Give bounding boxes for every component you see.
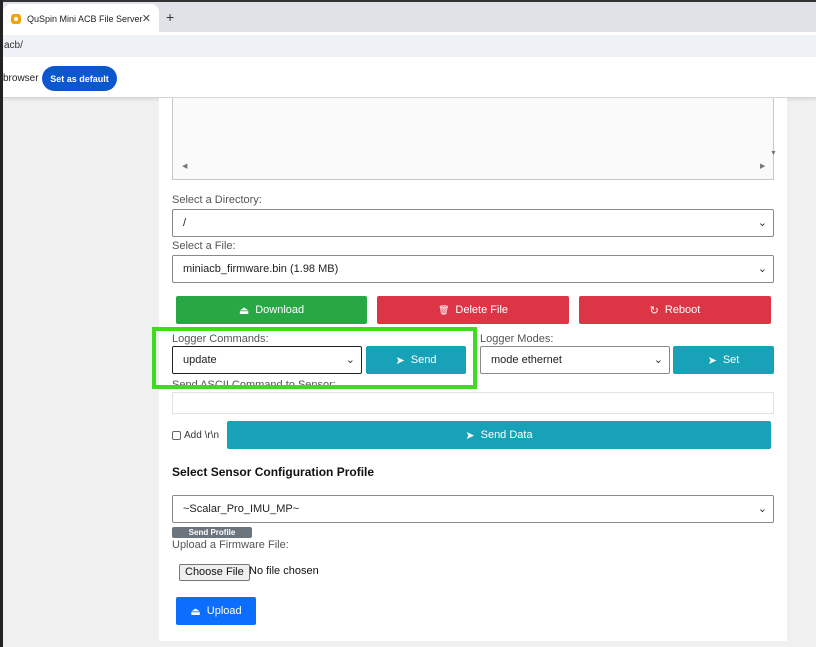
send-profile-label: Send Profile — [188, 528, 236, 537]
chevron-down-icon: ⌄ — [653, 354, 663, 366]
file-select[interactable]: miniacb_firmware.bin (1.98 MB) ⌄ — [172, 255, 774, 283]
set-as-default-button[interactable]: Set as default — [42, 66, 117, 91]
send-data-button[interactable]: ➤ Send Data — [227, 421, 771, 449]
tab-title: QuSpin Mini ACB File Server — [27, 14, 143, 24]
new-tab-icon[interactable]: + — [166, 9, 174, 25]
logger-commands-highlight — [152, 327, 477, 389]
upload-label: Upload — [206, 605, 242, 617]
profile-heading: Select Sensor Configuration Profile — [172, 465, 375, 479]
choose-file-button[interactable]: Choose File — [179, 564, 250, 581]
upload-button[interactable]: ⏏ Upload — [176, 597, 256, 625]
upload-icon: ⏏ — [190, 605, 201, 618]
chevron-down-icon: ⌄ — [757, 503, 767, 515]
add-crlf-checkbox[interactable] — [172, 431, 181, 440]
directory-select[interactable]: / ⌄ — [172, 209, 774, 237]
scroll-down-icon[interactable]: ▼ — [770, 150, 777, 157]
address-bar: acb/ — [0, 32, 816, 60]
profile-select[interactable]: ~Scalar_Pro_IMU_MP~ ⌄ — [172, 495, 774, 523]
reboot-label: Reboot — [664, 304, 701, 316]
tab-close-icon[interactable]: ✕ — [142, 12, 151, 25]
infobar-text: browser — [3, 73, 39, 84]
browser-tab-bar: QuSpin Mini ACB File Server ✕ + — [0, 0, 816, 34]
default-browser-infobar: browser Set as default — [0, 60, 816, 98]
directory-value: / — [183, 217, 187, 229]
scroll-left-icon[interactable]: ◀ — [182, 162, 187, 170]
logger-mode-select[interactable]: mode ethernet ⌄ — [480, 346, 670, 374]
logger-modes-label: Logger Modes: — [480, 333, 554, 345]
download-button[interactable]: ⏏ Download — [176, 296, 367, 324]
log-output-textarea[interactable]: ◀ ▶ ▼ — [172, 98, 777, 180]
chevron-down-icon: ⌄ — [757, 217, 767, 229]
scroll-right-icon[interactable]: ▶ — [760, 162, 765, 170]
address-field[interactable]: acb/ — [0, 35, 816, 57]
browser-tab[interactable]: QuSpin Mini ACB File Server ✕ — [3, 4, 159, 34]
add-crlf-label: Add \r\n — [184, 430, 220, 441]
directory-label: Select a Directory: — [172, 194, 262, 206]
profile-value: ~Scalar_Pro_IMU_MP~ — [183, 503, 300, 515]
chevron-down-icon: ⌄ — [757, 263, 767, 275]
delete-label: Delete File — [455, 304, 508, 316]
logger-mode-value: mode ethernet — [491, 354, 562, 366]
file-value: miniacb_firmware.bin (1.98 MB) — [183, 263, 339, 275]
ascii-command-input[interactable] — [172, 392, 774, 414]
quspin-favicon-icon — [11, 14, 21, 24]
reboot-button[interactable]: ↻ Reboot — [579, 296, 771, 324]
firmware-label: Upload a Firmware File: — [172, 539, 289, 551]
download-label: Download — [255, 304, 305, 316]
window-left-edge — [0, 0, 3, 647]
delete-file-button[interactable]: 🗑 Delete File — [377, 296, 569, 324]
send-profile-button[interactable]: Send Profile — [172, 527, 252, 538]
reboot-icon: ↻ — [649, 304, 659, 317]
no-file-chosen-text: No file chosen — [249, 565, 319, 577]
send-data-label: Send Data — [480, 429, 533, 441]
send-icon: ➤ — [707, 354, 717, 367]
logger-set-label: Set — [722, 354, 740, 366]
send-icon: ➤ — [465, 429, 475, 442]
download-icon: ⏏ — [238, 304, 250, 317]
file-label: Select a File: — [172, 240, 236, 252]
logger-set-button[interactable]: ➤ Set — [673, 346, 774, 374]
trash-icon: 🗑 — [437, 304, 450, 315]
